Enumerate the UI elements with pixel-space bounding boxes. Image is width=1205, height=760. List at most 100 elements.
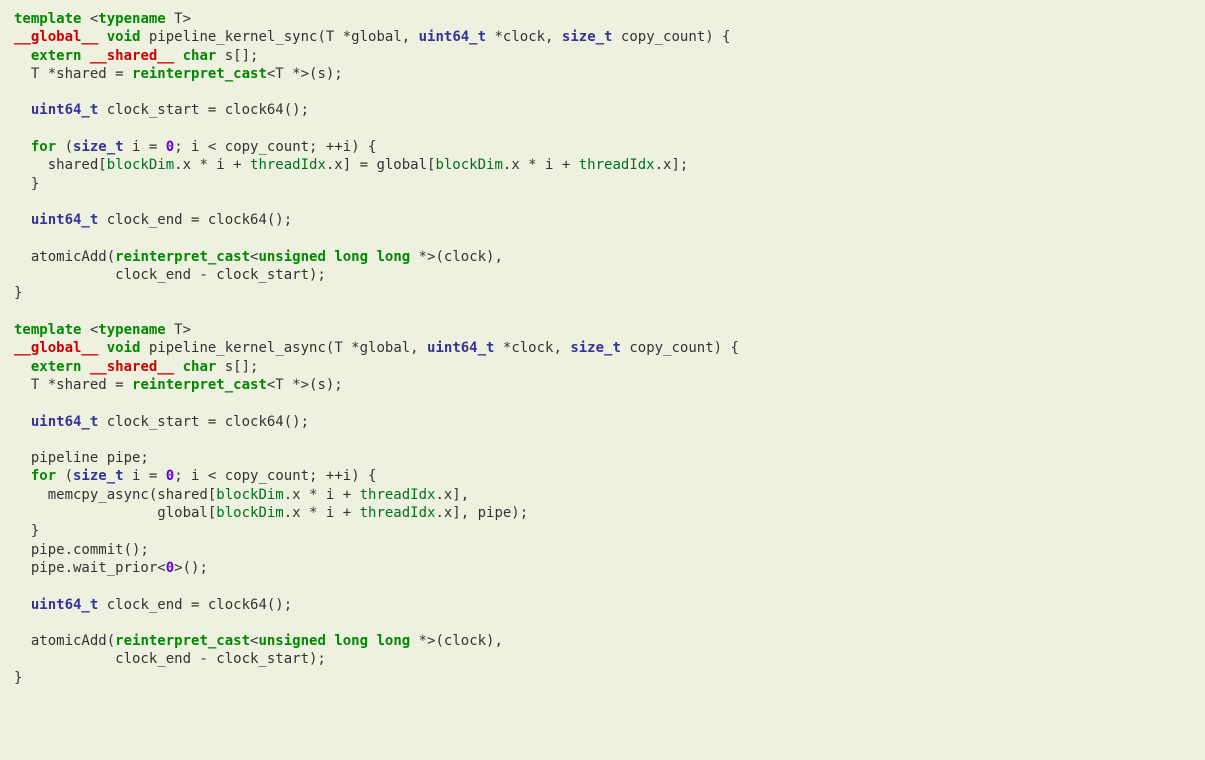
kw-template: template bbox=[14, 322, 81, 338]
kw-long: long bbox=[376, 249, 410, 265]
code-text: .x * i + bbox=[174, 157, 250, 173]
kw-reinterpret-cast: reinterpret_cast bbox=[132, 377, 267, 393]
code-text: .x * i + bbox=[503, 157, 579, 173]
kw-long: long bbox=[334, 633, 368, 649]
code-text: copy_count) { bbox=[612, 29, 730, 45]
type-size-t: size_t bbox=[570, 340, 621, 356]
kw-template: template bbox=[14, 11, 81, 27]
code-text: .x * i + bbox=[284, 487, 360, 503]
code-text: memcpy_async(shared[ bbox=[14, 487, 216, 503]
num-zero: 0 bbox=[166, 139, 174, 155]
kw-reinterpret-cast: reinterpret_cast bbox=[132, 66, 267, 82]
code-text bbox=[174, 359, 182, 375]
code-text: atomicAdd( bbox=[14, 633, 115, 649]
code-text: } bbox=[14, 285, 22, 301]
code-text: *clock, bbox=[486, 29, 562, 45]
builtin-blockdim: blockDim bbox=[216, 505, 283, 521]
code-text bbox=[14, 102, 31, 118]
code-text bbox=[174, 48, 182, 64]
builtin-blockdim: blockDim bbox=[216, 487, 283, 503]
code-text: pipe.commit(); bbox=[14, 542, 149, 558]
code-text bbox=[14, 414, 31, 430]
code-text: ; i < copy_count; ++i) { bbox=[174, 468, 376, 484]
kw-void: void bbox=[107, 29, 141, 45]
code-text bbox=[81, 48, 89, 64]
kw-unsigned: unsigned bbox=[258, 249, 325, 265]
kw-long: long bbox=[376, 633, 410, 649]
kw-for: for bbox=[31, 468, 56, 484]
code-text: T> bbox=[166, 322, 191, 338]
code-text: ( bbox=[56, 468, 73, 484]
kw-global: __global__ bbox=[14, 340, 98, 356]
code-text bbox=[14, 139, 31, 155]
code-text: i = bbox=[124, 468, 166, 484]
code-text: .x * i + bbox=[284, 505, 360, 521]
type-uint64: uint64_t bbox=[419, 29, 486, 45]
code-text bbox=[14, 359, 31, 375]
kw-shared: __shared__ bbox=[90, 359, 174, 375]
kw-reinterpret-cast: reinterpret_cast bbox=[115, 633, 250, 649]
type-size-t: size_t bbox=[73, 468, 124, 484]
code-text: <T *>(s); bbox=[267, 66, 343, 82]
kw-reinterpret-cast: reinterpret_cast bbox=[115, 249, 250, 265]
kw-void: void bbox=[107, 340, 141, 356]
code-text: .x]; bbox=[655, 157, 689, 173]
code-text: ( bbox=[56, 139, 73, 155]
code-text bbox=[98, 29, 106, 45]
code-text: clock_end = clock64(); bbox=[98, 597, 292, 613]
code-text: clock_start = clock64(); bbox=[98, 414, 309, 430]
code-text: shared[ bbox=[14, 157, 107, 173]
code-text bbox=[14, 597, 31, 613]
code-text: global[ bbox=[14, 505, 216, 521]
code-text: clock_end - clock_start); bbox=[14, 651, 326, 667]
num-zero: 0 bbox=[166, 468, 174, 484]
code-text: <T *>(s); bbox=[267, 377, 343, 393]
builtin-threadidx: threadIdx bbox=[250, 157, 326, 173]
code-text: } bbox=[14, 670, 22, 686]
kw-global: __global__ bbox=[14, 29, 98, 45]
code-text: .x] = global[ bbox=[326, 157, 436, 173]
code-text bbox=[98, 340, 106, 356]
kw-long: long bbox=[334, 249, 368, 265]
kw-extern: extern bbox=[31, 359, 82, 375]
code-text: < bbox=[81, 322, 98, 338]
code-text: pipeline pipe; bbox=[14, 450, 149, 466]
type-uint64: uint64_t bbox=[31, 102, 98, 118]
code-text: clock_end = clock64(); bbox=[98, 212, 292, 228]
code-text: } bbox=[14, 176, 39, 192]
type-uint64: uint64_t bbox=[427, 340, 494, 356]
code-text bbox=[14, 48, 31, 64]
kw-unsigned: unsigned bbox=[258, 633, 325, 649]
type-size-t: size_t bbox=[73, 139, 124, 155]
builtin-threadidx: threadIdx bbox=[579, 157, 655, 173]
code-text: *>(clock), bbox=[410, 249, 503, 265]
code-text: pipe.wait_prior< bbox=[14, 560, 166, 576]
code-text: T *shared = bbox=[14, 377, 132, 393]
code-text: copy_count) { bbox=[621, 340, 739, 356]
code-text: ; i < copy_count; ++i) { bbox=[174, 139, 376, 155]
type-uint64: uint64_t bbox=[31, 212, 98, 228]
kw-typename: typename bbox=[98, 322, 165, 338]
code-text bbox=[14, 468, 31, 484]
code-text: i = bbox=[124, 139, 166, 155]
code-text: clock_end - clock_start); bbox=[14, 267, 326, 283]
code-text: pipeline_kernel_sync(T *global, bbox=[140, 29, 418, 45]
kw-char: char bbox=[183, 359, 217, 375]
code-text: .x], pipe); bbox=[435, 505, 528, 521]
type-uint64: uint64_t bbox=[31, 414, 98, 430]
type-size-t: size_t bbox=[562, 29, 613, 45]
code-text: pipeline_kernel_async(T *global, bbox=[140, 340, 427, 356]
code-text: .x], bbox=[435, 487, 469, 503]
kw-extern: extern bbox=[31, 48, 82, 64]
code-text: } bbox=[14, 523, 39, 539]
code-text: atomicAdd( bbox=[14, 249, 115, 265]
kw-for: for bbox=[31, 139, 56, 155]
type-uint64: uint64_t bbox=[31, 597, 98, 613]
code-text: clock_start = clock64(); bbox=[98, 102, 309, 118]
builtin-blockdim: blockDim bbox=[435, 157, 502, 173]
code-text: < bbox=[81, 11, 98, 27]
code-text: *clock, bbox=[494, 340, 570, 356]
builtin-threadidx: threadIdx bbox=[360, 487, 436, 503]
code-text bbox=[14, 212, 31, 228]
builtin-blockdim: blockDim bbox=[107, 157, 174, 173]
